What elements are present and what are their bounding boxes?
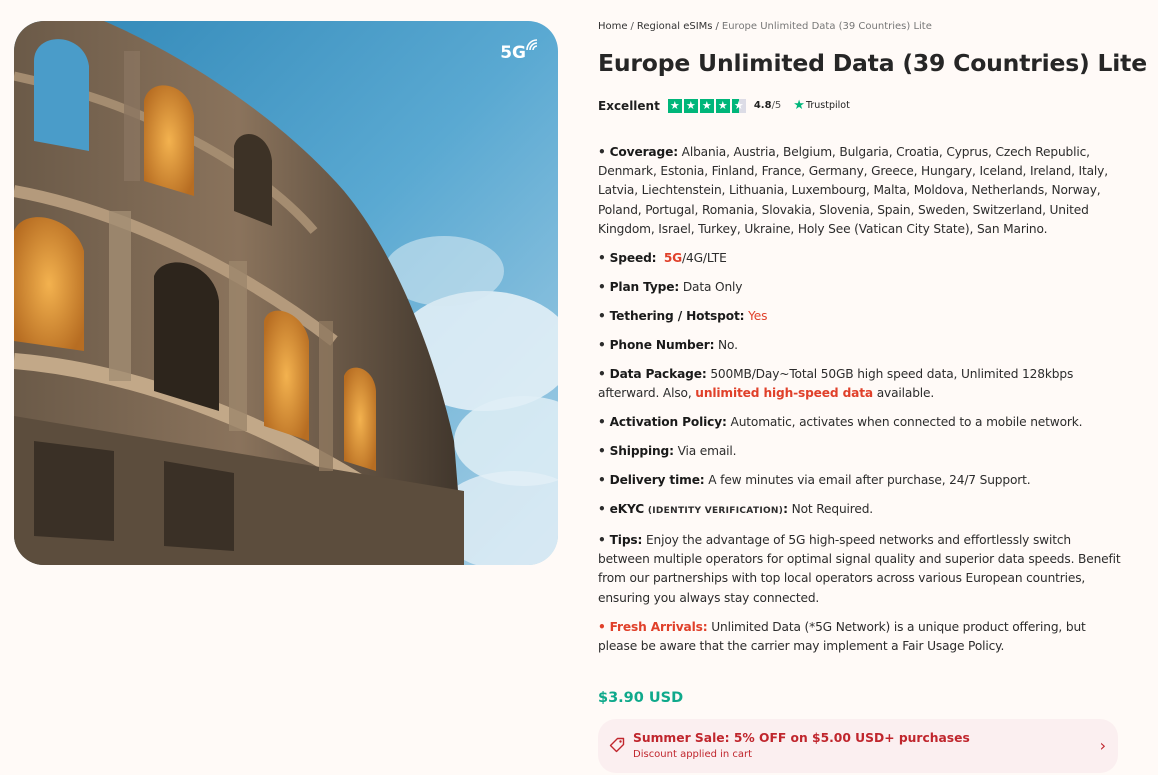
summer-sale-promo[interactable]: Summer Sale: 5% OFF on $5.00 USD+ purcha… xyxy=(598,719,1118,773)
bullet: • xyxy=(598,250,606,265)
breadcrumb-current: Europe Unlimited Data (39 Countries) Lit… xyxy=(721,21,932,32)
spec-label: eKYC xyxy=(609,502,645,517)
spec-value: /4G/LTE xyxy=(682,250,727,265)
tag-icon xyxy=(609,737,625,753)
spec-label: Coverage: xyxy=(609,145,678,159)
bullet: • xyxy=(598,619,606,634)
spec-coverage: • Coverage: Albania, Austria, Belgium, Bu… xyxy=(598,143,1123,239)
signal-waves-icon xyxy=(526,39,538,51)
trustpilot-logo: ★ Trustpilot xyxy=(793,98,850,113)
promo-subtitle: Discount applied in cart xyxy=(633,749,753,760)
spec-label: Fresh Arrivals: xyxy=(609,619,708,634)
breadcrumb-separator: / xyxy=(715,21,719,32)
spec-value: Yes xyxy=(748,308,768,323)
bullet: • xyxy=(598,502,606,517)
breadcrumb-separator: / xyxy=(630,21,634,32)
spec-label: Tethering / Hotspot: xyxy=(609,308,745,323)
spec-shipping: • Shipping: Via email. xyxy=(598,442,1123,461)
spec-label: Plan Type: xyxy=(609,279,680,294)
spec-fresh-arrivals: • Fresh Arrivals: Unlimited Data (*5G Net… xyxy=(598,618,1123,656)
product-price: $3.90 USD xyxy=(598,690,684,706)
rating-stars: ★ ★ ★ ★ ★ xyxy=(667,98,746,113)
bullet: • xyxy=(598,145,606,159)
trustpilot-star-icon: ★ xyxy=(793,98,805,113)
bullet: • xyxy=(598,279,606,294)
product-specs: • Coverage: Albania, Austria, Belgium, Bu… xyxy=(598,143,1123,666)
speed-5g: 5G xyxy=(663,250,683,265)
spec-label: Activation Policy: xyxy=(609,415,727,430)
chevron-right-icon[interactable]: › xyxy=(1100,736,1106,755)
spec-data-package: • Data Package: 500MB/Day~Total 50GB high… xyxy=(598,365,1123,403)
spec-value: A few minutes via email after purchase, … xyxy=(708,473,1031,488)
rating-score: 4.8 xyxy=(753,100,772,111)
promo-title: Summer Sale: 5% OFF on $5.00 USD+ purcha… xyxy=(633,731,970,745)
spec-ekyc: • eKYC (IDENTITY VERIFICATION): Not Requi… xyxy=(598,500,1123,521)
spec-value: Enjoy the advantage of 5G high-speed net… xyxy=(598,533,1121,605)
spec-value: Automatic, activates when connected to a… xyxy=(730,415,1083,430)
star-icon: ★ xyxy=(715,98,730,113)
unlimited-data-link[interactable]: unlimited high-speed data xyxy=(695,386,873,400)
bullet: • xyxy=(598,415,606,430)
spec-value: Data Only xyxy=(682,279,743,294)
5g-badge: 5G xyxy=(500,39,540,63)
spec-speed: • Speed: 5G/4G/LTE xyxy=(598,249,1123,268)
spec-value: Via email. xyxy=(677,444,737,459)
rating-label: Excellent xyxy=(598,98,660,113)
spec-label: Phone Number: xyxy=(609,337,715,352)
spec-label-colon: : xyxy=(783,502,788,517)
spec-label: Shipping: xyxy=(609,444,674,459)
bullet: • xyxy=(598,473,606,488)
bullet: • xyxy=(598,366,606,381)
star-icon: ★ xyxy=(667,98,682,113)
spec-value: No. xyxy=(718,337,738,352)
spec-tips: • Tips: Enjoy the advantage of 5G high-sp… xyxy=(598,531,1123,608)
star-icon: ★ xyxy=(699,98,714,113)
star-icon: ★ xyxy=(683,98,698,113)
spec-plan-type: • Plan Type: Data Only xyxy=(598,278,1123,297)
spec-value: Not Required. xyxy=(791,502,874,517)
trustpilot-rating[interactable]: Excellent ★ ★ ★ ★ ★ 4.8/5 ★ Trustpilot xyxy=(598,98,850,113)
colosseum-illustration xyxy=(14,21,558,565)
spec-label: Delivery time: xyxy=(609,473,705,488)
5g-badge-label: 5G xyxy=(500,43,526,63)
bullet: • xyxy=(598,337,606,352)
breadcrumb: Home / Regional eSIMs / Europe Unlimited Dat… xyxy=(598,21,932,32)
spec-label-note: (IDENTITY VERIFICATION) xyxy=(647,506,784,517)
trustpilot-label: Trustpilot xyxy=(805,100,850,111)
half-star-icon: ★ xyxy=(731,98,746,113)
spec-phone-number: • Phone Number: No. xyxy=(598,336,1123,355)
rating-out-of: /5 xyxy=(771,100,782,111)
spec-label: Speed: xyxy=(609,250,657,265)
product-hero-image: 5G xyxy=(14,21,558,565)
breadcrumb-home[interactable]: Home xyxy=(598,21,628,32)
spec-label: Tips: xyxy=(609,533,643,548)
bullet: • xyxy=(598,308,606,323)
spec-label: Data Package: xyxy=(609,366,707,381)
bullet: • xyxy=(598,533,606,548)
spec-tethering: • Tethering / Hotspot: Yes xyxy=(598,307,1123,326)
spec-activation-policy: • Activation Policy: Automatic, activates… xyxy=(598,413,1123,432)
bullet: • xyxy=(598,444,606,459)
spec-delivery-time: • Delivery time: A few minutes via email … xyxy=(598,471,1123,490)
breadcrumb-regional-esims[interactable]: Regional eSIMs xyxy=(637,21,713,32)
spec-value-tail: available. xyxy=(876,386,935,401)
page-title: Europe Unlimited Data (39 Countries) Lit… xyxy=(598,49,1147,77)
